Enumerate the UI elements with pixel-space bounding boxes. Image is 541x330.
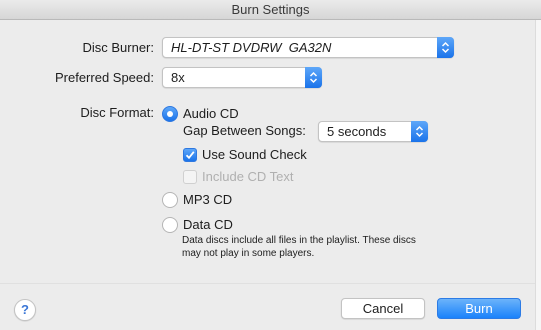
use-sound-check-checkbox[interactable] [183,148,197,162]
include-cd-text-label: Include CD Text [202,169,294,184]
burn-button[interactable]: Burn [437,298,521,319]
disc-format-label: Disc Format: [80,105,154,120]
help-button[interactable]: ? [14,299,36,321]
gap-between-songs-value: 5 seconds [327,124,387,139]
burn-settings-window: Burn Settings Disc Burner: HL-DT-ST DVDR… [0,0,541,330]
preferred-speed-popup[interactable]: 8x [162,67,322,88]
preferred-speed-label: Preferred Speed: [54,70,154,85]
chevron-updown-icon [305,67,322,88]
use-sound-check-label[interactable]: Use Sound Check [202,147,307,162]
window-title: Burn Settings [0,0,541,20]
data-cd-label[interactable]: Data CD [183,217,233,232]
chevron-updown-icon [437,37,454,58]
chevron-updown-icon [411,121,428,142]
data-cd-radio[interactable] [162,217,178,233]
disc-burner-label: Disc Burner: [82,40,154,55]
disc-burner-popup[interactable]: HL-DT-ST DVDRW GA32N [162,37,454,58]
include-cd-text-checkbox [183,170,197,184]
audio-cd-radio[interactable] [162,106,178,122]
cancel-button[interactable]: Cancel [341,298,425,319]
mp3-cd-radio[interactable] [162,192,178,208]
window-edge [535,20,541,330]
audio-cd-label[interactable]: Audio CD [183,106,239,121]
gap-between-songs-popup[interactable]: 5 seconds [318,121,428,142]
mp3-cd-label[interactable]: MP3 CD [183,192,232,207]
checkmark-icon [185,151,195,160]
preferred-speed-value: 8x [171,70,185,85]
footer-divider [0,283,541,284]
disc-burner-value: HL-DT-ST DVDRW GA32N [171,40,332,55]
data-cd-description: Data discs include all files in the play… [182,235,416,259]
gap-between-songs-label: Gap Between Songs: [183,123,306,138]
